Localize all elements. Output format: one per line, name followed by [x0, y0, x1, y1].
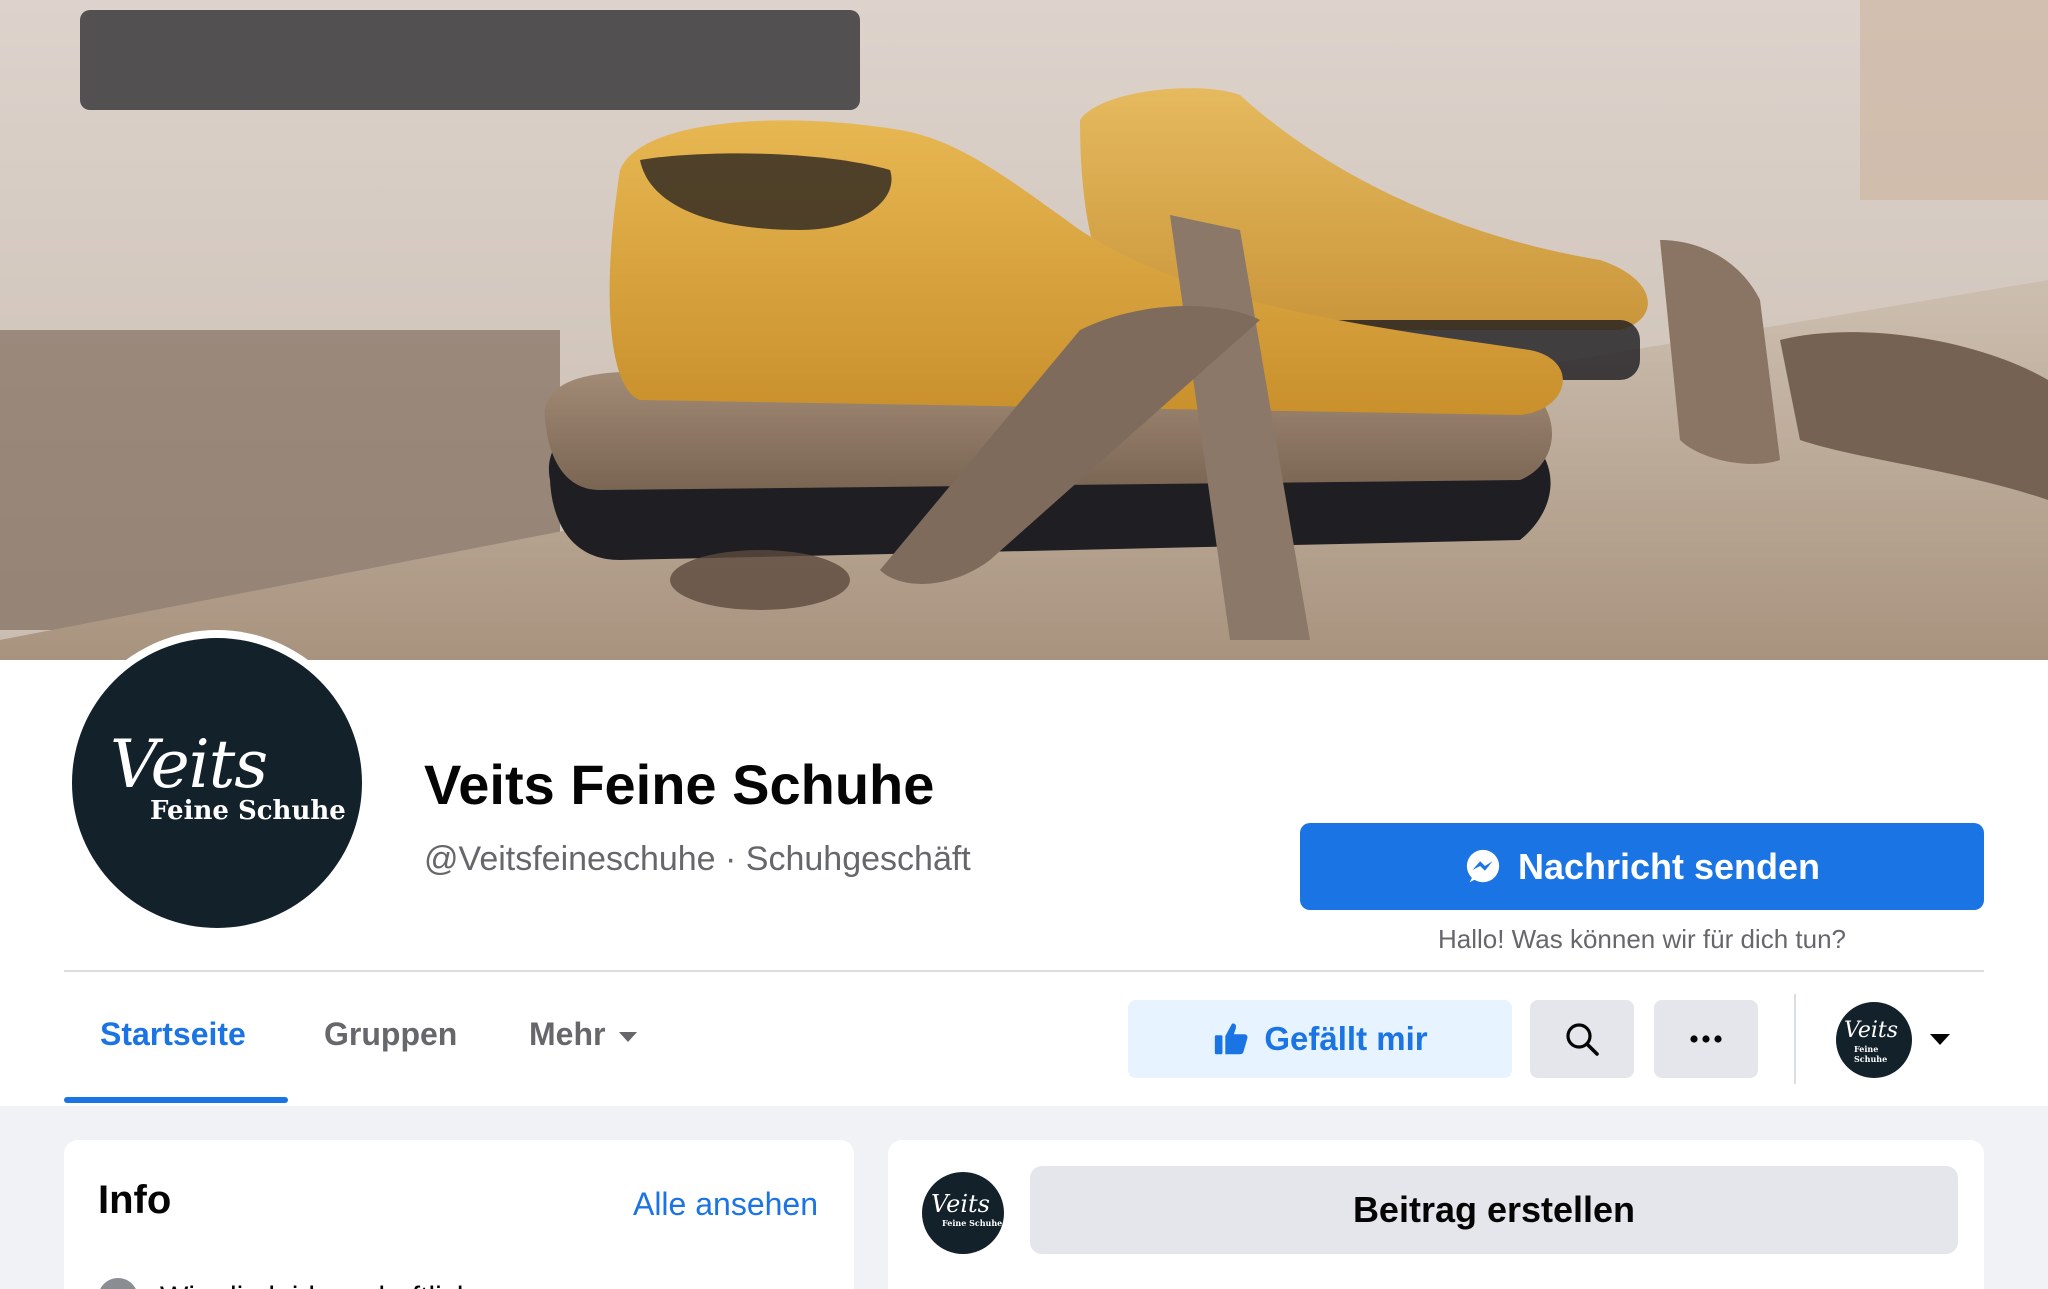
create-post-button[interactable]: Beitrag erstellen [1030, 1166, 1958, 1254]
more-options-button[interactable] [1654, 1000, 1758, 1078]
composer-logo-sub: Feine Schuhe [942, 1218, 1003, 1228]
page-handle-category: @Veitsfeineschuhe · Schuhgeschäft [424, 840, 971, 878]
tab-mehr[interactable]: Mehr [529, 1016, 638, 1053]
account-switch-caret-icon[interactable] [1930, 1034, 1950, 1045]
composer-avatar[interactable]: Veits Feine Schuhe [922, 1172, 1004, 1254]
greeting-text: Hallo! Was können wir für dich tun? [1437, 924, 1846, 954]
cover-illustration [0, 0, 2048, 660]
search-icon [1566, 1023, 1599, 1056]
info-title: Info [98, 1178, 172, 1222]
see-all-link[interactable]: Alle ansehen [633, 1186, 818, 1223]
page-title: Veits Feine Schuhe [424, 753, 935, 816]
tab-gruppen[interactable]: Gruppen [324, 1016, 457, 1053]
info-icon [98, 1278, 138, 1289]
cover-photo[interactable] [0, 0, 2048, 660]
active-tab-indicator [64, 1097, 288, 1103]
like-button[interactable]: Gefällt mir [1128, 1000, 1512, 1078]
tab-mehr-label: Mehr [529, 1016, 606, 1052]
info-card: Info Alle ansehen Wir, die leidenschaftl… [64, 1140, 854, 1289]
info-intro-text: Wir, die leidenschaftlichen [160, 1281, 507, 1289]
post-composer-card: Veits Feine Schuhe Beitrag erstellen [888, 1140, 1984, 1289]
action-separator [1794, 994, 1796, 1084]
tab-startseite[interactable]: Startseite [100, 1016, 246, 1053]
header-divider [64, 970, 1984, 972]
like-label: Gefällt mir [1264, 1020, 1428, 1057]
search-button[interactable] [1530, 1000, 1634, 1078]
chevron-down-icon [619, 1031, 638, 1042]
send-message-button[interactable]: Nachricht senden [1300, 823, 1984, 910]
mini-logo-script: Veits [1844, 1018, 1899, 1043]
mini-logo-sub: Feine Schuhe [1854, 1044, 1888, 1064]
ellipsis-icon [1690, 1035, 1722, 1043]
info-intro: Wir, die leidenschaftlichen [98, 1278, 507, 1289]
logo-script-text: Veits [110, 726, 268, 803]
send-message-label: Nachricht senden [1517, 845, 1821, 887]
thumbs-up-icon [1215, 1023, 1248, 1055]
composer-logo-script: Veits [931, 1190, 990, 1218]
messenger-icon [1466, 849, 1500, 882]
logo-sub-text: Feine Schuhe [150, 796, 346, 826]
acting-as-avatar[interactable]: Veits Feine Schuhe [1836, 1002, 1912, 1078]
profile-picture[interactable]: Veits Feine Schuhe [72, 638, 362, 928]
